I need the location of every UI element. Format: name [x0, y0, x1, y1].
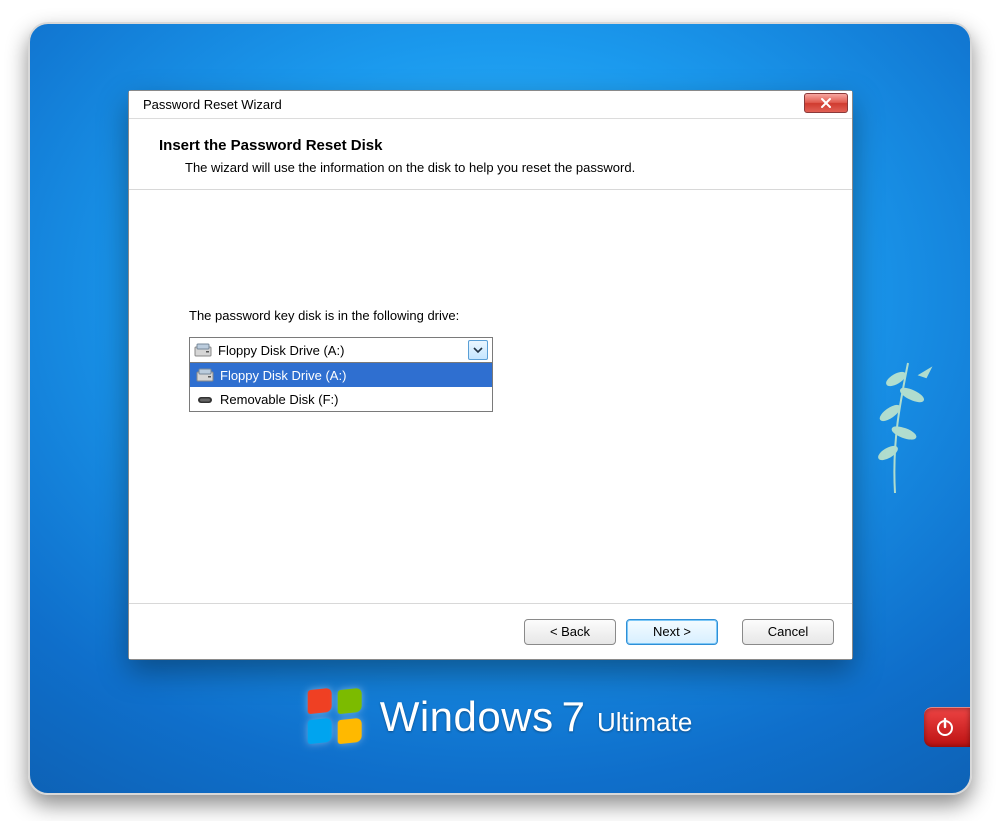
next-button[interactable]: Next >: [626, 619, 718, 645]
floppy-drive-icon: [196, 368, 214, 382]
wizard-footer: < Back Next > Cancel: [129, 603, 852, 659]
wizard-heading: Insert the Password Reset Disk: [159, 137, 822, 154]
brand-edition: Ultimate: [597, 707, 692, 738]
brand-name: Windows: [380, 693, 554, 741]
window-title: Password Reset Wizard: [143, 97, 282, 112]
wizard-description: The wizard will use the information on t…: [185, 160, 822, 175]
drive-option-label: Floppy Disk Drive (A:): [220, 368, 346, 383]
floppy-drive-icon: [194, 343, 212, 357]
close-icon: [820, 97, 832, 109]
drive-combobox[interactable]: Floppy Disk Drive (A:) Floppy Disk Drive…: [189, 337, 493, 412]
cancel-button[interactable]: Cancel: [742, 619, 834, 645]
wizard-body: The password key disk is in the followin…: [129, 190, 852, 603]
title-bar[interactable]: Password Reset Wizard: [129, 91, 852, 119]
power-button[interactable]: [924, 707, 970, 747]
removable-disk-icon: [196, 392, 214, 406]
back-button[interactable]: < Back: [524, 619, 616, 645]
drive-prompt: The password key disk is in the followin…: [189, 308, 792, 323]
windows-flag-icon: [308, 689, 364, 745]
decoration-plant: [840, 333, 950, 493]
drive-option-label: Removable Disk (F:): [220, 392, 338, 407]
desktop-wallpaper: Password Reset Wizard Insert the Passwor…: [28, 22, 972, 795]
power-icon: [934, 716, 956, 738]
chevron-down-icon[interactable]: [468, 340, 488, 360]
drive-combobox-value: Floppy Disk Drive (A:): [218, 343, 468, 358]
password-reset-wizard-window: Password Reset Wizard Insert the Passwor…: [128, 90, 853, 660]
wizard-header: Insert the Password Reset Disk The wizar…: [129, 119, 852, 190]
drive-option-removable[interactable]: Removable Disk (F:): [190, 387, 492, 411]
brand-version: 7: [562, 693, 585, 741]
close-button[interactable]: [804, 93, 848, 113]
drive-combobox-list: Floppy Disk Drive (A:) Removable Disk (F…: [189, 363, 493, 412]
os-branding: Windows7 Ultimate: [308, 689, 693, 745]
drive-combobox-field[interactable]: Floppy Disk Drive (A:): [189, 337, 493, 363]
drive-option-floppy[interactable]: Floppy Disk Drive (A:): [190, 363, 492, 387]
